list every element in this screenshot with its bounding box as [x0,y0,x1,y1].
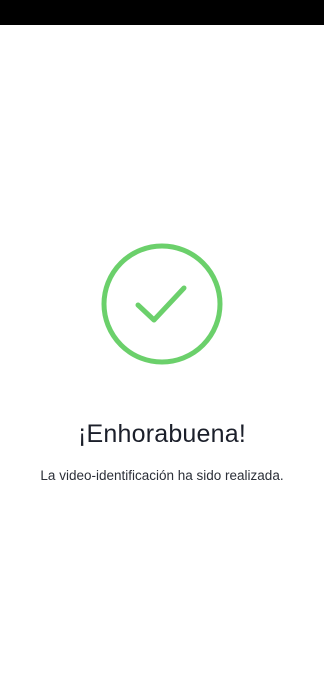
success-message: La video-identificación ha sido realizad… [40,468,284,483]
success-title: ¡Enhorabuena! [77,420,246,448]
success-content: ¡Enhorabuena! La video-identificación ha… [0,25,324,684]
checkmark [135,285,187,323]
success-screen: ¡Enhorabuena! La video-identificación ha… [0,0,324,684]
check-circle-icon [100,242,224,366]
check-circle-graphic [101,243,223,365]
status-bar [0,0,324,25]
success-circle [101,243,223,365]
